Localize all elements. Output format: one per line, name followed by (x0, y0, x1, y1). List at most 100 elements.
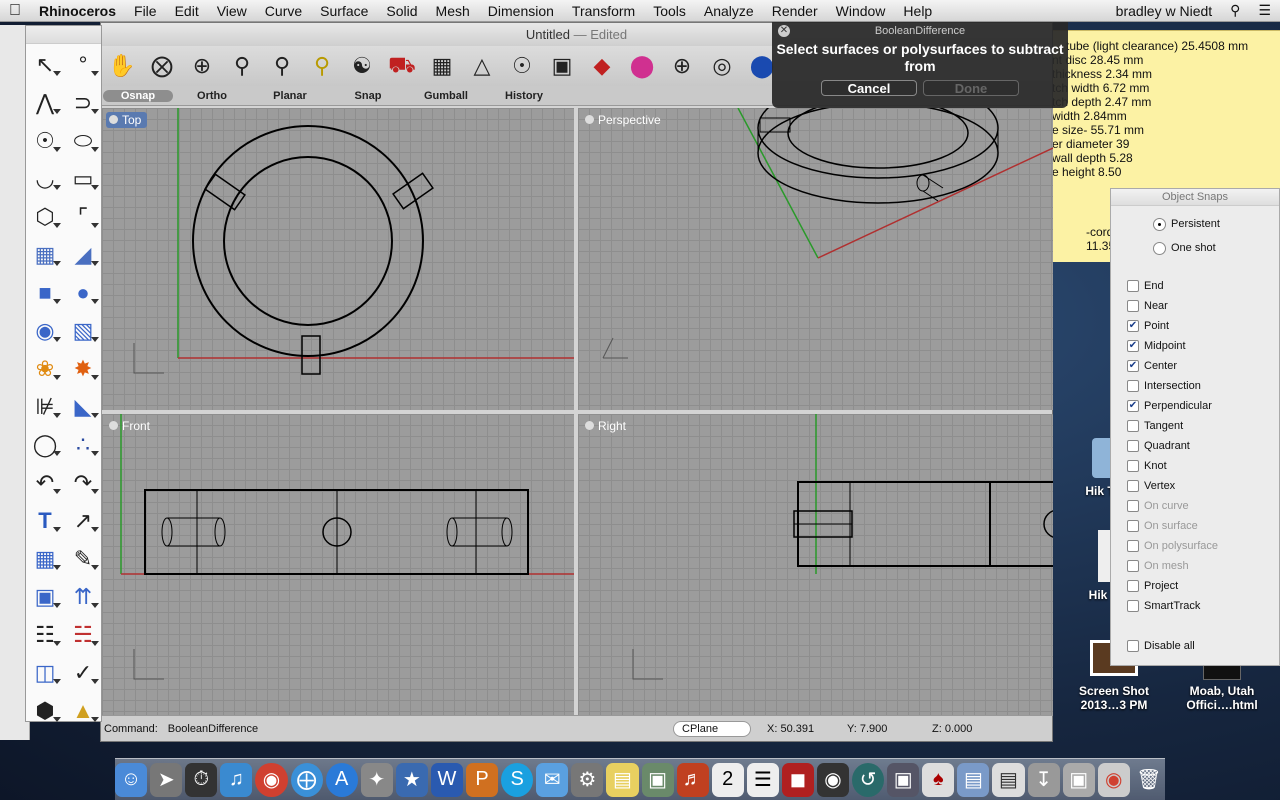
zoom-selected-icon[interactable]: ⚲ (305, 49, 339, 83)
menu-view[interactable]: View (208, 3, 256, 19)
check-tool-icon[interactable]: ✓ (64, 654, 102, 692)
checkbox[interactable] (1127, 300, 1139, 312)
app-icon[interactable]: ★ (395, 762, 428, 797)
window-thumbnail-icon[interactable]: ▣ (887, 762, 920, 797)
checkbox[interactable] (1127, 380, 1139, 392)
menu-edit[interactable]: Edit (166, 3, 208, 19)
point-tool-icon[interactable]: ° (64, 46, 102, 84)
skype-icon[interactable]: S (501, 762, 534, 797)
curve-edit-icon[interactable]: ↶ (26, 464, 64, 502)
cards-icon[interactable]: ♠ (922, 762, 955, 797)
snap-midpoint[interactable]: ✔ Midpoint (1111, 336, 1279, 356)
preview-icon[interactable]: ▣ (641, 762, 674, 797)
menu-render[interactable]: Render (763, 3, 827, 19)
pan-icon[interactable]: ✋ (105, 49, 139, 83)
curve-tool-icon[interactable]: ⊃ (64, 84, 102, 122)
viewport-label-right[interactable]: Right (582, 418, 632, 434)
puzzle-tool-icon[interactable]: ❀ (26, 350, 64, 388)
menu-help[interactable]: Help (894, 3, 941, 19)
trim-tool-icon[interactable]: ◣ (64, 388, 102, 426)
chrome-icon[interactable]: ◉ (255, 762, 288, 797)
trash-icon[interactable]: 🗑 (1133, 763, 1165, 797)
boolean-tool-icon[interactable]: ◯ (26, 426, 64, 464)
cancel-button[interactable]: Cancel (821, 80, 917, 96)
cplane-icon[interactable]: ▦ (425, 49, 459, 83)
snap-toggle[interactable]: Snap (329, 90, 407, 102)
checkbox[interactable] (1127, 580, 1139, 592)
history-toggle[interactable]: History (485, 90, 563, 102)
viewport-right[interactable]: Right (578, 414, 1053, 716)
list-icon[interactable]: ☰ (1249, 2, 1280, 19)
safari-icon[interactable]: ⨁ (290, 762, 323, 797)
command-input[interactable]: BooleanDifference (168, 723, 258, 735)
light-icon[interactable]: ☉ (505, 49, 539, 83)
snap-point[interactable]: ✔ Point (1111, 316, 1279, 336)
snap-intersection[interactable]: Intersection (1111, 376, 1279, 396)
rotate-view-icon[interactable]: ⨂ (145, 49, 179, 83)
checkbox[interactable]: ✔ (1127, 400, 1139, 412)
itunes-icon[interactable]: ♫ (220, 762, 253, 797)
mode-one-shot[interactable]: One shot (1111, 236, 1279, 260)
group-tool-icon[interactable]: ∴ (64, 426, 102, 464)
named-view-icon[interactable]: ☯ (345, 49, 379, 83)
color-wheel-icon[interactable]: ⬤ (625, 49, 659, 83)
snap-on-surface[interactable]: On surface (1111, 516, 1279, 536)
checkbox[interactable] (1127, 280, 1139, 292)
viewport-label-front[interactable]: Front (106, 418, 156, 434)
app-store-icon[interactable]: A (325, 762, 358, 797)
zoom-extents-icon[interactable]: ⚲ (265, 49, 299, 83)
finder-icon[interactable]: ☺ (115, 762, 148, 797)
fillet-tool-icon[interactable]: ⌜ (64, 198, 102, 236)
applications-folder-icon[interactable]: ▤ (957, 762, 990, 797)
documents-icon[interactable]: ▤ (992, 762, 1025, 797)
menu-mesh[interactable]: Mesh (427, 3, 479, 19)
photo-booth-icon[interactable]: ◼ (781, 762, 814, 797)
checkbox[interactable] (1127, 500, 1139, 512)
split-tool-icon[interactable]: ⊯ (26, 388, 64, 426)
material-tool-icon[interactable]: ▲ (64, 692, 102, 730)
close-icon[interactable]: ✕ (778, 25, 790, 37)
done-button[interactable]: Done (923, 80, 1019, 96)
sphere-tool-icon[interactable]: ● (64, 274, 102, 312)
layer-icon[interactable]: △ (465, 49, 499, 83)
dimension-tool-icon[interactable]: ✎ (64, 540, 102, 578)
user-name[interactable]: bradley w Niedt (1107, 3, 1222, 19)
menu-dimension[interactable]: Dimension (479, 3, 563, 19)
menu-file[interactable]: File (125, 3, 166, 19)
dvd-icon[interactable]: ◉ (816, 762, 850, 797)
snap-on-mesh[interactable]: On mesh (1111, 556, 1279, 576)
extrude-tool-icon[interactable]: ⇈ (64, 578, 102, 616)
checkbox[interactable] (1127, 480, 1139, 492)
snap-near[interactable]: Near (1111, 296, 1279, 316)
checkbox[interactable] (1127, 560, 1139, 572)
zoom-icon[interactable]: ⊕ (185, 49, 219, 83)
audio-icon[interactable]: ♬ (676, 762, 709, 797)
checkbox[interactable] (1127, 460, 1139, 472)
snap-smarttrack[interactable]: SmartTrack (1111, 596, 1279, 616)
ghosted-icon[interactable]: ◎ (705, 49, 739, 83)
viewport-perspective[interactable]: Perspective (578, 108, 1053, 410)
snap-vertex[interactable]: Vertex (1111, 476, 1279, 496)
array-tool-icon[interactable]: ▦ (26, 540, 64, 578)
snap-tangent[interactable]: Tangent (1111, 416, 1279, 436)
snap-perpendicular[interactable]: ✔ Perpendicular (1111, 396, 1279, 416)
menu-curve[interactable]: Curve (256, 3, 311, 19)
lock-icon[interactable]: ▣ (545, 49, 579, 83)
surface-edit-icon[interactable]: ◢ (64, 236, 102, 274)
checkbox[interactable]: ✔ (1127, 360, 1139, 372)
planar-toggle[interactable]: Planar (251, 90, 329, 102)
chrome-file-icon[interactable]: ◉ (1097, 762, 1130, 797)
dashboard-icon[interactable]: ⏱ (185, 762, 218, 797)
snap-project[interactable]: Project (1111, 576, 1279, 596)
circle-tool-icon[interactable]: ☉ (26, 122, 64, 160)
history-tool-icon[interactable]: ☵ (64, 616, 102, 654)
time-machine-icon[interactable]: ↺ (852, 762, 885, 797)
arc-tool-icon[interactable]: ◡ (26, 160, 64, 198)
polyline-tool-icon[interactable]: ⋀ (26, 84, 64, 122)
viewport-front[interactable]: Front (102, 414, 574, 716)
snap-end[interactable]: End (1111, 276, 1279, 296)
ortho-toggle[interactable]: Ortho (173, 90, 251, 102)
mesh-tool-icon[interactable]: ▧ (64, 312, 102, 350)
render-tool-icon[interactable]: ◫ (26, 654, 64, 692)
radio-one-shot[interactable] (1153, 241, 1166, 255)
